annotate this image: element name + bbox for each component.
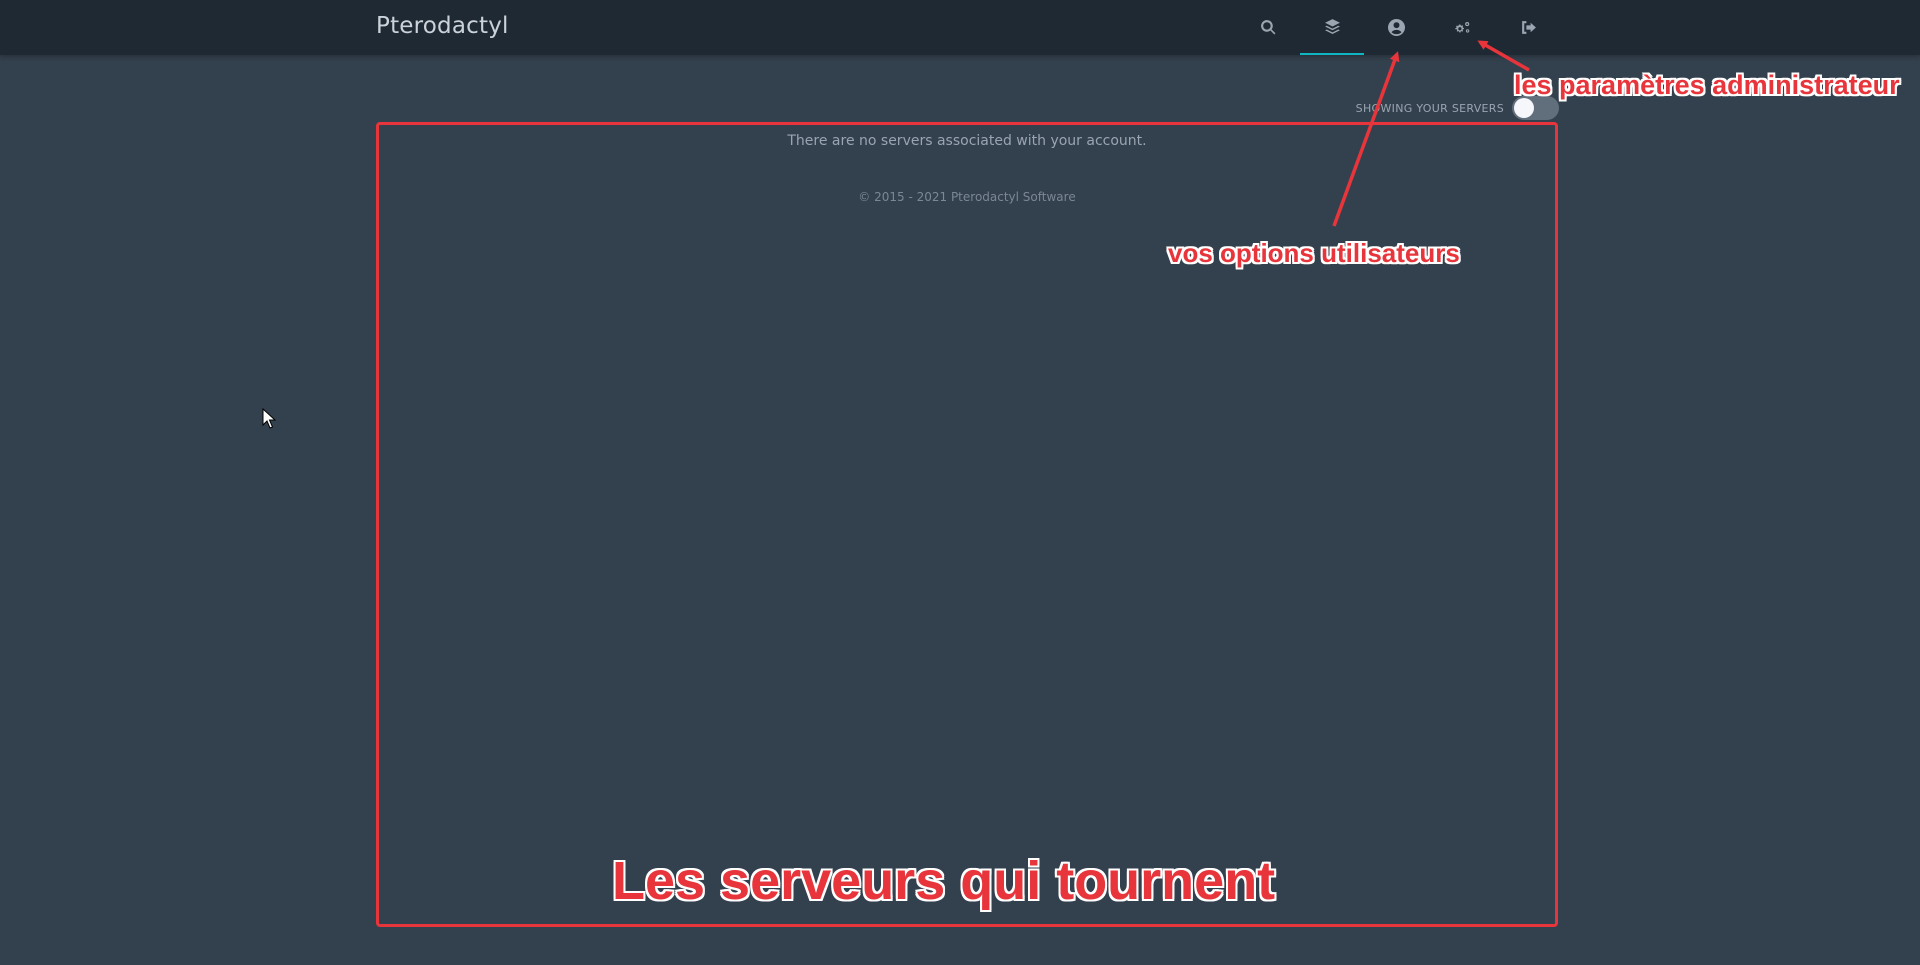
account-user-icon [1387, 19, 1405, 36]
top-navbar: Pterodactyl [0, 0, 1920, 55]
logout-button[interactable] [1496, 0, 1560, 55]
servers-layers-icon [1324, 19, 1340, 34]
annotation-user-options: vos options utilisateurs [1168, 238, 1460, 268]
empty-servers-message: There are no servers associated with you… [787, 133, 1147, 149]
search-button[interactable] [1236, 0, 1300, 55]
mouse-cursor-icon [262, 408, 276, 429]
admin-nav-button[interactable] [1430, 0, 1494, 55]
brand-title[interactable]: Pterodactyl [376, 13, 509, 39]
toggle-knob [1514, 98, 1534, 118]
account-nav-button[interactable] [1364, 0, 1428, 55]
annotation-admin-settings: les paramètres administrateur [1514, 70, 1900, 100]
servers-nav-button[interactable] [1300, 0, 1364, 55]
toggle-label: SHOWING YOUR SERVERS [1355, 101, 1504, 115]
search-icon [1260, 20, 1275, 35]
annotation-running-servers: Les serveurs qui tournent [612, 851, 1276, 911]
logout-icon [1521, 21, 1536, 34]
admin-gears-icon [1454, 22, 1469, 33]
footer-copyright[interactable]: © 2015 - 2021 Pterodactyl Software [379, 190, 1555, 204]
